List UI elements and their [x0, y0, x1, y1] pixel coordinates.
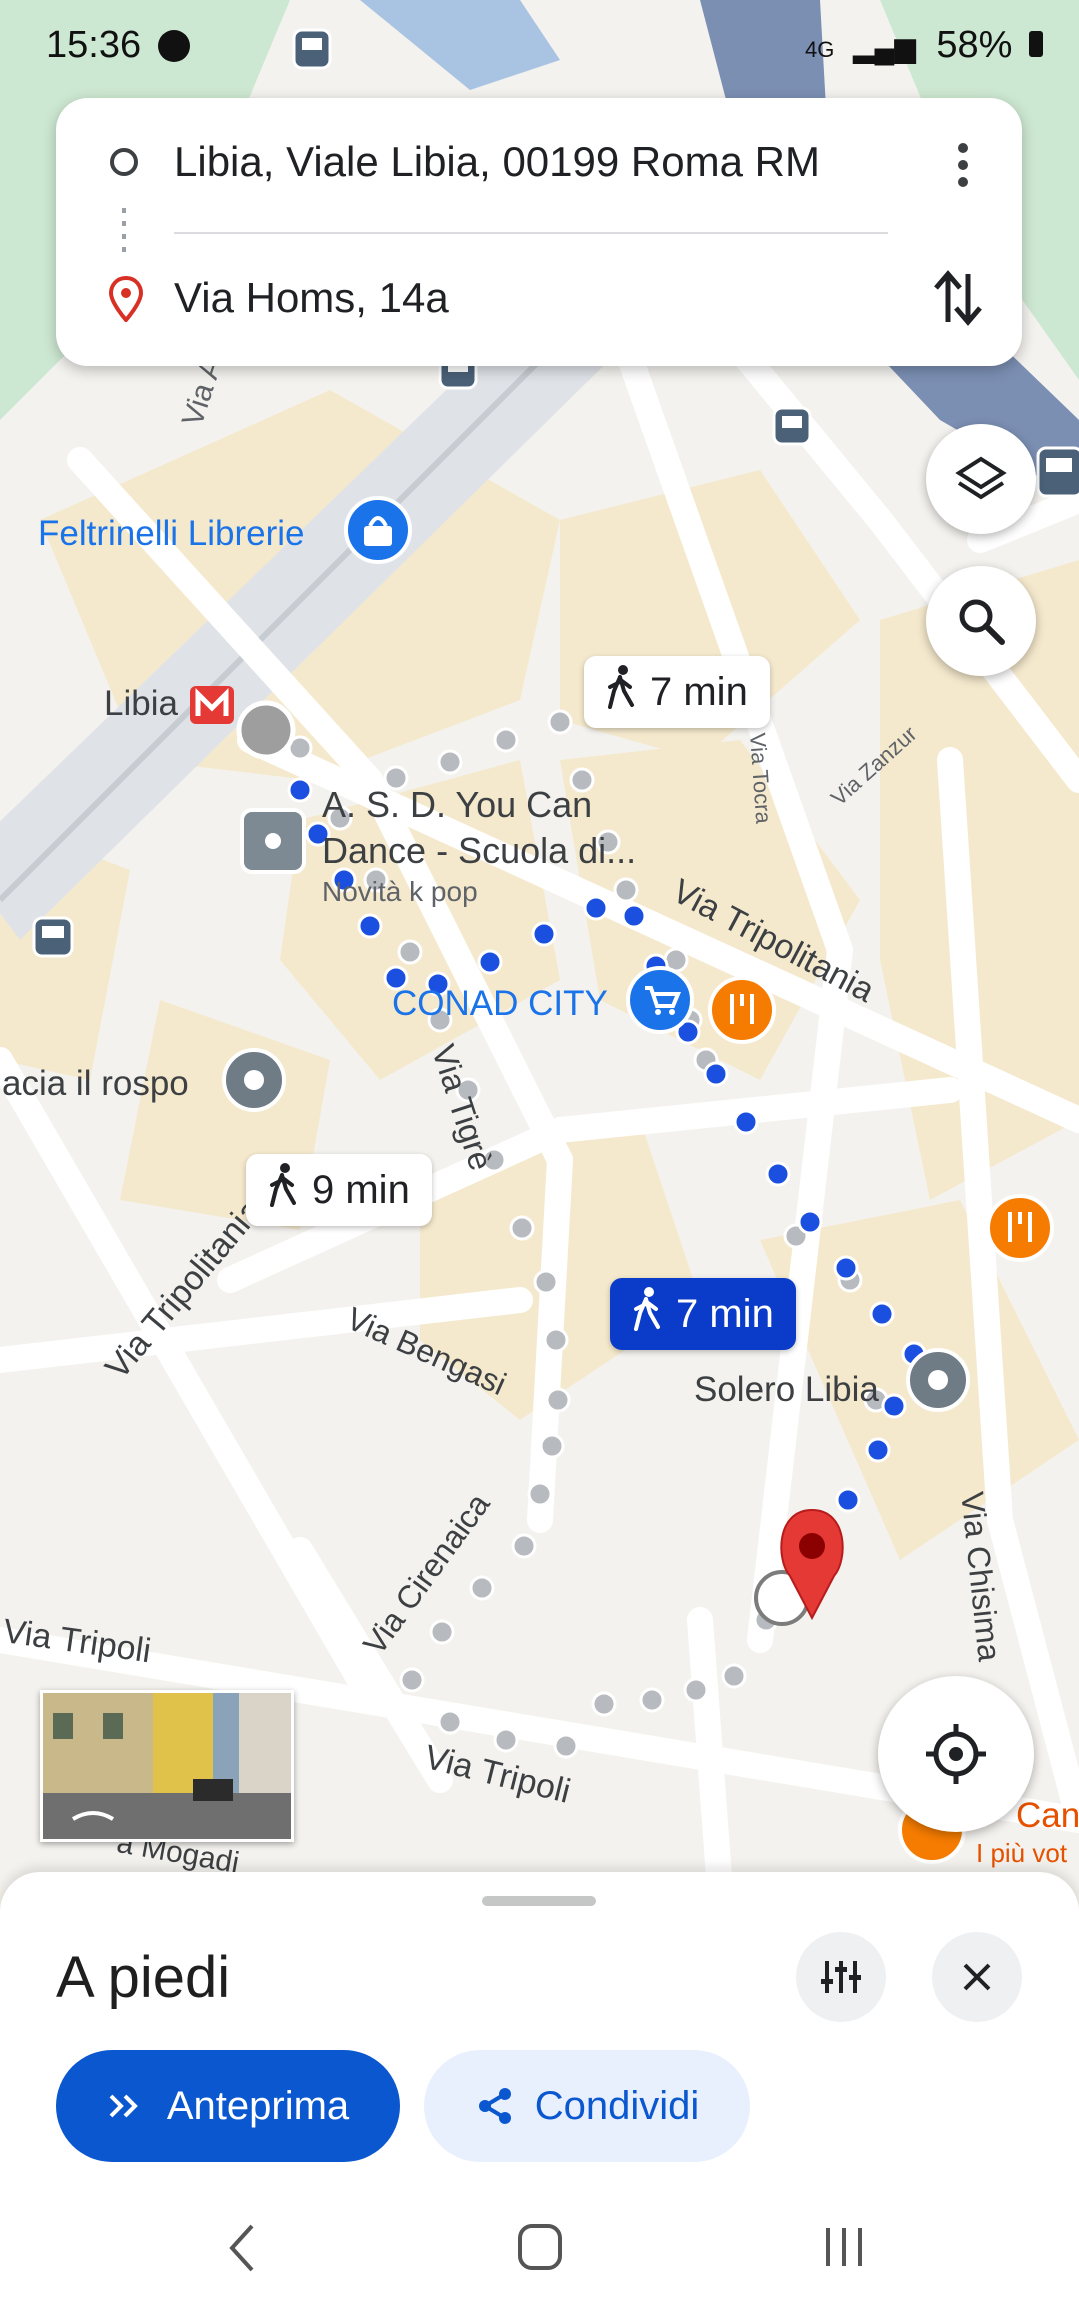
battery-icon	[1029, 31, 1043, 57]
swap-icon[interactable]	[930, 268, 986, 328]
bus-icon[interactable]	[1036, 446, 1079, 498]
network-type: 4G	[804, 37, 835, 62]
selected-route-chip[interactable]: 7 min	[610, 1278, 796, 1350]
place-marker-icon[interactable]	[222, 1048, 286, 1112]
route-connector	[122, 208, 126, 254]
shopping-icon[interactable]	[344, 496, 412, 564]
place-label: Can	[1016, 1796, 1079, 1835]
layers-button[interactable]	[926, 424, 1036, 534]
search-icon	[959, 599, 1005, 645]
drag-handle[interactable]	[482, 1896, 596, 1906]
options-button[interactable]	[796, 1932, 886, 2022]
place-label: A. S. D. You Can	[322, 784, 593, 825]
preview-button[interactable]: Anteprima	[56, 2050, 400, 2162]
media-icon	[158, 30, 190, 62]
destination-field[interactable]: Via Homs, 14a	[174, 274, 449, 322]
place-label: Solero Libia	[694, 1370, 879, 1409]
place-label: Feltrinelli Librerie	[38, 514, 305, 553]
tune-icon	[821, 1961, 861, 1993]
route-duration: 7 min	[650, 669, 748, 714]
close-icon	[963, 1963, 991, 1991]
share-icon	[478, 2088, 511, 2124]
status-right: 4G ▂▄▆ 58%	[805, 24, 1043, 67]
shopping-cart-icon[interactable]	[626, 966, 694, 1034]
walk-icon	[632, 1287, 662, 1341]
place-label: Dance - Scuola di...	[322, 830, 637, 871]
walk-icon	[606, 665, 636, 719]
route-start-marker	[236, 700, 296, 760]
share-button[interactable]: Condividi	[424, 2050, 750, 2162]
preview-label: Anteprima	[166, 2083, 350, 2128]
search-button[interactable]	[926, 566, 1036, 676]
route-chip[interactable]: 9 min	[246, 1154, 432, 1226]
route-duration: 7 min	[676, 1291, 774, 1336]
restaurant-icon[interactable]	[986, 1194, 1054, 1262]
origin-field[interactable]: Libia, Viale Libia, 00199 Roma RM	[174, 138, 820, 186]
my-location-button[interactable]	[878, 1676, 1034, 1832]
bus-icon[interactable]	[772, 406, 812, 446]
back-icon[interactable]	[222, 2220, 262, 2276]
place-label: acia il rospo	[2, 1064, 189, 1103]
divider	[174, 232, 888, 234]
home-icon[interactable]	[516, 2222, 564, 2272]
origin-circle-icon	[110, 148, 138, 176]
restaurant-icon[interactable]	[708, 976, 776, 1044]
signal-icon: ▂▄▆	[852, 32, 916, 63]
layers-icon	[955, 456, 1007, 500]
place-label: CONAD CITY	[392, 984, 608, 1023]
place-label: I più vot	[976, 1838, 1068, 1868]
close-button[interactable]	[932, 1932, 1022, 2022]
destination-pin-icon	[108, 276, 144, 322]
system-nav-bar	[0, 2190, 1079, 2316]
place-label: Novità k pop	[322, 876, 478, 907]
route-chip[interactable]: 7 min	[584, 656, 770, 728]
walk-icon	[268, 1163, 298, 1217]
double-chevron-icon	[109, 2094, 138, 2118]
travel-mode-title: A piedi	[56, 1945, 231, 2010]
directions-card: Libia, Viale Libia, 00199 Roma RM Via Ho…	[56, 98, 1022, 366]
bus-icon[interactable]	[32, 916, 74, 958]
place-marker-icon[interactable]	[906, 1348, 970, 1412]
my-location-icon	[926, 1724, 986, 1784]
status-bar: 15:36 4G ▂▄▆ 58%	[0, 0, 1079, 90]
share-label: Condividi	[534, 2083, 700, 2128]
street-view-image	[43, 1693, 291, 1839]
status-time: 15:36	[46, 24, 142, 66]
metro-icon[interactable]	[190, 686, 234, 724]
street-view-thumbnail[interactable]	[40, 1690, 294, 1842]
more-vert-icon[interactable]	[948, 140, 978, 190]
place-label: Libia	[104, 684, 178, 723]
route-duration: 9 min	[312, 1167, 410, 1212]
dance-school-marker[interactable]	[240, 808, 306, 874]
battery-level: 58%	[936, 24, 1013, 66]
recents-icon[interactable]	[820, 2224, 868, 2270]
